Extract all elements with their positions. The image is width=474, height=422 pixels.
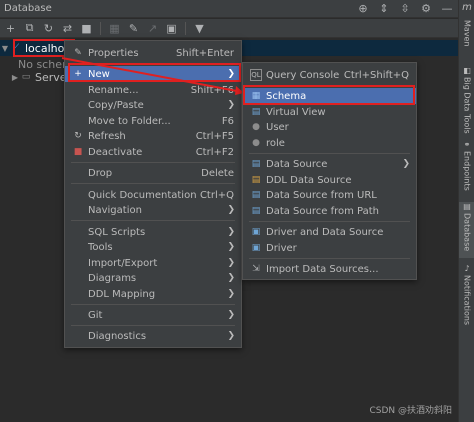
menu-item-label: User: [266, 121, 289, 133]
menu-item-label: Data Source from Path: [266, 205, 379, 217]
sidebar-tab-notifications[interactable]: ♪ Notifications: [459, 264, 474, 325]
sidebar-tab-database[interactable]: ▤ Database: [459, 202, 474, 258]
ddl-datasource-icon: ▤: [251, 175, 261, 185]
submenu-item-import-data-sources[interactable]: ⇲ Import Data Sources...: [243, 261, 416, 277]
submenu-item-driver[interactable]: ▣ Driver: [243, 240, 416, 256]
corner-label: m: [462, 2, 472, 13]
sidebar-tab-label: Database: [462, 213, 472, 252]
menu-separator: [249, 153, 410, 154]
submenu-item-data-source-url[interactable]: ▤ Data Source from URL: [243, 187, 416, 203]
menu-item-label: DDL Data Source: [266, 174, 352, 186]
menu-item-label: Import Data Sources...: [266, 263, 379, 275]
watermark: CSDN @扶酒劝斜阳: [369, 406, 452, 416]
database-icon: ▤: [463, 202, 471, 211]
menu-item-label: role: [266, 137, 285, 149]
driver-datasource-icon: ▣: [251, 227, 261, 237]
chevron-right-icon: ❯: [402, 159, 410, 169]
sidebar-tab-endpoints[interactable]: ⚭ Endpoints: [459, 140, 474, 191]
menu-item-shortcut: Ctrl+Shift+Q: [343, 69, 409, 81]
right-tool-strip: m Maven ◧ Big Data Tools ⚭ Endpoints ▤ D…: [458, 0, 474, 422]
bell-icon: ♪: [464, 264, 470, 273]
big-data-tools-icon: ◧: [463, 66, 471, 75]
datasource-url-icon: ▤: [251, 190, 261, 200]
datasource-path-icon: ▤: [251, 206, 261, 216]
submenu-item-role[interactable]: ● role: [243, 135, 416, 151]
submenu-item-user[interactable]: ● User: [243, 119, 416, 135]
endpoints-icon: ⚭: [463, 140, 471, 149]
import-icon: ⇲: [252, 264, 260, 274]
submenu-item-driver-and-data-source[interactable]: ▣ Driver and Data Source: [243, 224, 416, 240]
submenu-item-ddl-data-source[interactable]: ▤ DDL Data Source: [243, 172, 416, 188]
role-icon: ●: [252, 138, 260, 148]
menu-separator: [249, 258, 410, 259]
sidebar-tab-maven[interactable]: Maven: [459, 20, 474, 47]
corner-label-container: m: [459, 2, 474, 13]
menu-item-label: Driver: [266, 242, 297, 254]
submenu-item-query-console[interactable]: QL Query Console Ctrl+Shift+Q: [243, 67, 416, 83]
menu-item-label: Virtual View: [266, 106, 326, 118]
sidebar-tab-label: Maven: [462, 20, 472, 47]
annotation-box: [243, 85, 415, 105]
sidebar-tab-label: Big Data Tools: [462, 77, 472, 134]
user-icon: ●: [252, 122, 260, 132]
menu-item-label: Query Console: [266, 69, 340, 81]
submenu-item-virtual-view[interactable]: ▤ Virtual View: [243, 104, 416, 120]
menu-item-label: Data Source: [266, 158, 328, 170]
datasource-icon: ▤: [251, 159, 261, 169]
console-icon: QL: [250, 69, 262, 81]
menu-separator: [249, 221, 410, 222]
sidebar-tab-label: Notifications: [462, 275, 472, 326]
menu-item-label: Data Source from URL: [266, 189, 377, 201]
menu-item-label: Driver and Data Source: [266, 226, 384, 238]
submenu-item-data-source[interactable]: ▤ Data Source ❯: [243, 156, 416, 172]
sidebar-tab-label: Endpoints: [462, 151, 472, 191]
submenu-item-data-source-path[interactable]: ▤ Data Source from Path: [243, 203, 416, 219]
driver-icon: ▣: [251, 243, 261, 253]
virtual-view-icon: ▤: [251, 107, 261, 117]
sidebar-tab-big-data-tools[interactable]: ◧ Big Data Tools: [459, 66, 474, 134]
